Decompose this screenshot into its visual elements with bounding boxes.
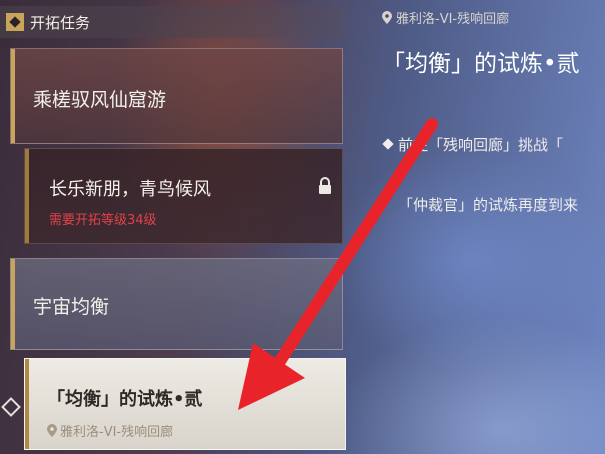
section-header: 开拓任务 xyxy=(0,6,345,38)
quest-label-locked: 长乐新朋，青鸟候风 xyxy=(49,179,211,200)
category-label-1: 乘槎驭风仙窟游 xyxy=(33,89,167,111)
quest-list-panel: 开拓任务 乘槎驭风仙窟游 长乐新朋，青鸟候风 需要开拓等级34级 宇宙均衡 「均… xyxy=(0,0,352,454)
location-pin-icon xyxy=(47,424,57,437)
quest-item-locked[interactable]: 长乐新朋，青鸟候风 需要开拓等级34级 xyxy=(24,148,343,244)
card-accent xyxy=(25,149,29,243)
detail-location: 雅利洛-VI-残响回廊 xyxy=(382,8,509,27)
card-accent xyxy=(11,49,15,143)
quest-detail-panel: 雅利洛-VI-残响回廊 「均衡」的试炼•贰 前往「残响回廊」挑战「 「仲裁官」的… xyxy=(352,0,605,454)
detail-location-text: 雅利洛-VI-残响回廊 xyxy=(396,12,510,27)
quest-item-selected[interactable]: 「均衡」的试炼•贰 雅利洛-VI-残响回廊 xyxy=(24,358,346,450)
category-label-2: 宇宙均衡 xyxy=(33,296,110,318)
detail-objective: 前往「残响回廊」挑战「 xyxy=(398,136,564,154)
location-pin-icon xyxy=(382,11,392,24)
card-accent xyxy=(25,359,29,449)
diamond-icon xyxy=(6,13,24,31)
lock-icon xyxy=(319,177,331,194)
quest-location: 雅利洛-VI-残响回廊 xyxy=(47,421,173,440)
category-card-1[interactable]: 乘槎驭风仙窟游 xyxy=(10,48,343,144)
category-card-2[interactable]: 宇宙均衡 xyxy=(10,258,343,350)
section-title: 开拓任务 xyxy=(30,13,91,32)
card-accent xyxy=(11,259,15,349)
selector-diamond-icon xyxy=(1,397,21,417)
quest-location-text: 雅利洛-VI-残响回廊 xyxy=(60,425,174,440)
level-requirement: 需要开拓等级34级 xyxy=(49,213,157,228)
detail-title: 「均衡」的试炼•贰 xyxy=(382,51,580,77)
quest-label-selected: 「均衡」的试炼•贰 xyxy=(47,389,203,410)
objective-bullet-icon xyxy=(382,138,394,150)
detail-description: 「仲裁官」的试炼再度到来 xyxy=(398,196,579,214)
